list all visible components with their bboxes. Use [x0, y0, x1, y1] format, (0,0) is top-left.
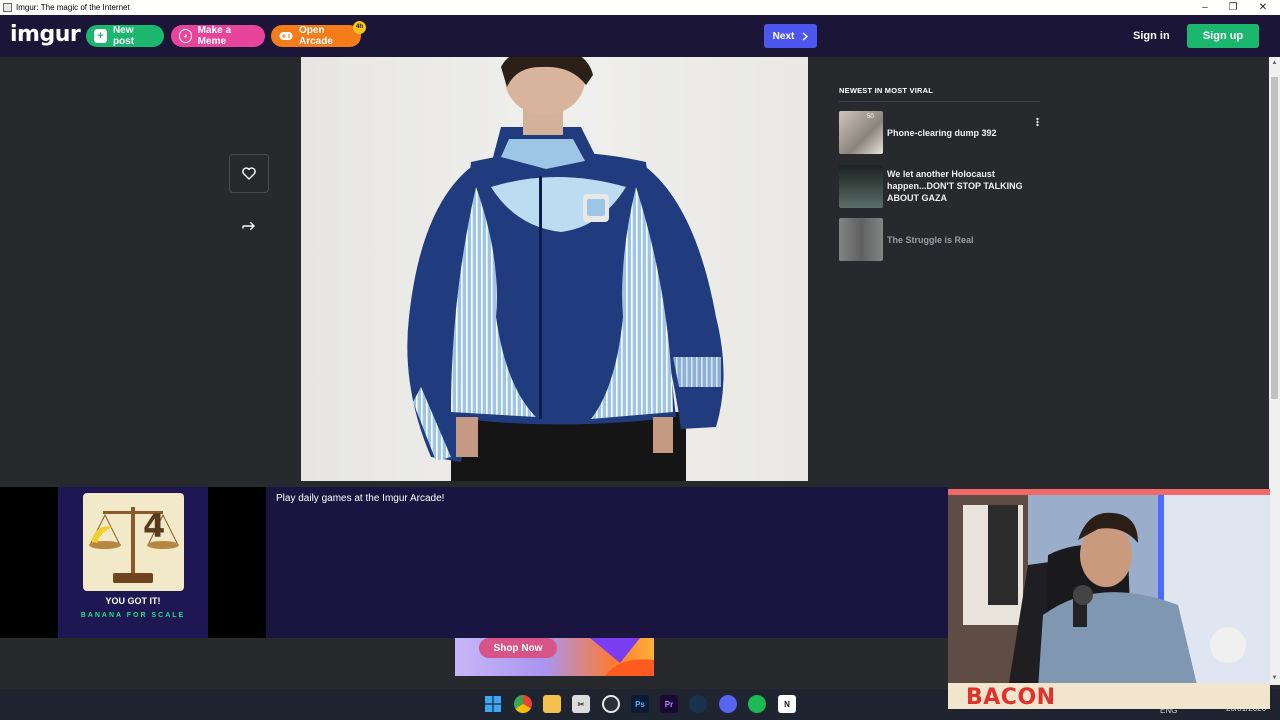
shop-now-button[interactable]: Shop Now [479, 638, 557, 658]
premiere-icon[interactable]: Pr [660, 695, 678, 713]
window-title: Imgur: The magic of the Internet [16, 3, 130, 12]
next-post-button[interactable]: Next [764, 24, 817, 48]
scroll-down-arrow-icon[interactable]: ▼ [1271, 675, 1278, 682]
scroll-up-arrow-icon[interactable]: ▲ [1271, 60, 1278, 67]
imgur-logo[interactable]: imgur [10, 22, 81, 47]
file-explorer-icon[interactable] [543, 695, 561, 713]
start-menu-icon[interactable] [484, 695, 502, 713]
arcade-timer-badge: 4h [353, 21, 366, 34]
steam-icon[interactable] [689, 695, 707, 713]
snipping-tool-icon[interactable]: ✂ [572, 695, 590, 713]
arcade-message[interactable]: Play daily games at the Imgur Arcade! [276, 493, 444, 504]
maximize-button[interactable]: ❐ [1218, 0, 1248, 15]
jacket-photo [407, 57, 724, 481]
sidebar-title: NEWEST IN MOST VIRAL [839, 86, 933, 95]
heart-icon [242, 167, 256, 180]
sign-up-button[interactable]: Sign up [1187, 24, 1259, 48]
ad-banner[interactable]: Shop Now [455, 638, 654, 676]
sidebar-post-item[interactable]: 50 Phone-clearing dump 392 [839, 111, 1044, 155]
photoshop-icon[interactable]: Ps [631, 695, 649, 713]
favorite-button[interactable] [229, 154, 269, 193]
obs-icon[interactable] [602, 695, 620, 713]
post-thumbnail[interactable] [839, 165, 883, 208]
next-label: Next [772, 30, 795, 42]
close-window-button[interactable]: ✕ [1248, 0, 1278, 15]
image-count: 50 [867, 114, 874, 120]
post-thumbnail[interactable] [839, 218, 883, 261]
balance-scale-icon [89, 507, 179, 583]
game-result-text: YOU GOT IT! [105, 596, 161, 606]
game-number: 4 [143, 507, 166, 545]
sidebar-divider [839, 101, 1040, 102]
arcade-mid-panel [208, 487, 266, 638]
new-post-button[interactable]: + New post [86, 25, 164, 47]
post-image[interactable] [301, 57, 808, 481]
meme-face-icon: ◕ [179, 29, 192, 43]
sidebar-post-title[interactable]: The Struggle is Real [887, 234, 1047, 246]
top-nav: imgur + New post ◕ Make a Meme Open Arca… [0, 15, 1280, 57]
game-answer-text: BANANA FOR SCALE [80, 612, 186, 619]
gamepad-icon [279, 29, 293, 43]
webcam-feed [948, 495, 1270, 689]
webcam-caption-bar: BACON [948, 683, 1270, 709]
open-arcade-button[interactable]: Open Arcade [271, 25, 361, 47]
open-arcade-label: Open Arcade [299, 25, 333, 47]
post-thumbnail[interactable] [839, 111, 883, 154]
chevron-right-icon [802, 31, 809, 41]
sidebar-post-item[interactable]: The Struggle is Real [839, 218, 1044, 262]
make-meme-label: Make a Meme [197, 25, 232, 47]
spotify-icon[interactable] [748, 695, 766, 713]
chrome-icon[interactable] [514, 695, 532, 713]
sidebar-post-item[interactable]: We let another Holocaust happen...DON'T … [839, 165, 1044, 209]
arcade-game-tile[interactable]: 4 YOU GOT IT! BANANA FOR SCALE [58, 487, 208, 638]
window-title-bar: Imgur: The magic of the Internet – ❐ ✕ [0, 0, 1280, 15]
app-icon [3, 3, 12, 12]
discord-icon[interactable] [719, 695, 737, 713]
share-button[interactable] [240, 217, 258, 235]
sign-in-link[interactable]: Sign in [1133, 30, 1170, 42]
minimize-button[interactable]: – [1190, 0, 1220, 15]
page-scrollbar[interactable]: ▲ ▼ [1269, 57, 1280, 685]
scale-game-card: 4 [83, 493, 184, 591]
new-post-label: New post [112, 25, 135, 47]
sidebar-post-title[interactable]: Phone-clearing dump 392 [887, 127, 1047, 139]
plus-icon: + [94, 29, 107, 43]
make-meme-button[interactable]: ◕ Make a Meme [171, 25, 265, 47]
share-arrow-icon [242, 221, 255, 230]
arcade-left-panel [0, 487, 58, 638]
sidebar-post-title[interactable]: We let another Holocaust happen...DON'T … [887, 168, 1047, 204]
scrollbar-thumb[interactable] [1271, 77, 1278, 399]
notion-icon[interactable]: N [778, 695, 796, 713]
more-options-icon[interactable] [1035, 117, 1040, 127]
webcam-caption: BACON [966, 685, 1056, 709]
webcam-overlay: BACON [948, 489, 1270, 709]
